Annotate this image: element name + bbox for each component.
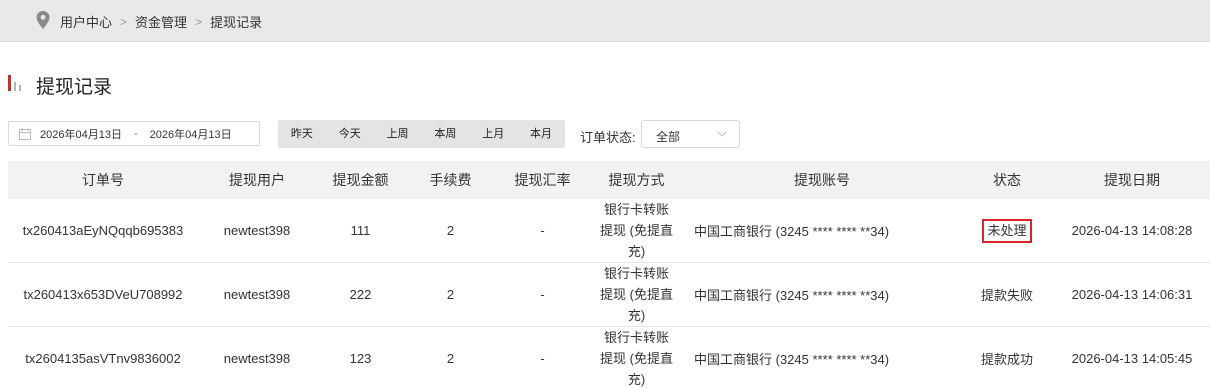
order-no-cell: tx2604135asVTnv9836002	[8, 326, 198, 388]
method-line: 银行卡转账	[603, 266, 669, 281]
rate-cell: -	[496, 262, 589, 327]
account-cell: 中国工商银行 (3245 **** **** **34)	[684, 326, 960, 388]
status-cell: 提款成功	[960, 326, 1054, 388]
date-to-value[interactable]: 2026年04月13日	[150, 126, 232, 142]
fee-cell: 2	[405, 262, 496, 327]
user-cell: newtest398	[198, 262, 316, 327]
column-header-fee: 手续费	[405, 161, 496, 199]
date-cell: 2026-04-13 14:06:31	[1054, 262, 1210, 327]
table-row: tx260413x653DVeU708992 newtest398 222 2 …	[8, 262, 1210, 327]
fee-cell: 2	[405, 326, 496, 388]
breadcrumb: 用户中心 > 资金管理 > 提现记录	[60, 12, 262, 31]
quick-range-last-month-button[interactable]: 上月	[469, 120, 517, 148]
method-cell: 银行卡转账 提现 (免提直 充)	[589, 199, 684, 263]
status-cell: 未处理	[960, 199, 1054, 263]
rate-cell: -	[496, 326, 589, 388]
user-cell: newtest398	[198, 199, 316, 263]
breadcrumb-separator: >	[195, 14, 203, 29]
quick-range-last-week-button[interactable]: 上周	[374, 120, 422, 148]
method-line: 充)	[627, 244, 646, 259]
breadcrumb-item-funds[interactable]: 资金管理	[135, 12, 187, 31]
chevron-down-icon	[717, 131, 727, 137]
column-header-method: 提现方式	[589, 161, 684, 199]
column-header-account: 提现账号	[684, 161, 960, 199]
breadcrumb-item-withdraw-records: 提现记录	[210, 15, 263, 30]
calendar-icon	[19, 127, 31, 140]
amount-cell: 222	[316, 262, 405, 327]
order-status-label: 订单状态:	[580, 130, 636, 145]
status-badge-highlighted: 未处理	[982, 218, 1032, 243]
order-status-value: 全部	[656, 130, 681, 144]
column-header-status: 状态	[960, 161, 1054, 199]
method-line: 银行卡转账	[603, 202, 669, 217]
column-header-rate: 提现汇率	[496, 161, 589, 199]
column-header-amount: 提现金额	[316, 161, 405, 199]
date-cell: 2026-04-13 14:08:28	[1054, 199, 1210, 263]
quick-range-this-week-button[interactable]: 本周	[421, 120, 469, 148]
date-from-value[interactable]: 2026年04月13日	[40, 126, 122, 142]
amount-cell: 111	[316, 199, 405, 263]
method-line: 充)	[627, 308, 646, 323]
method-cell: 银行卡转账 提现 (免提直 充)	[589, 262, 684, 327]
method-line: 提现 (免提直	[600, 351, 673, 366]
location-pin-icon	[36, 11, 50, 29]
withdraw-records-table: 订单号 提现用户 提现金额 手续费 提现汇率 提现方式 提现账号 状态 提现日期…	[8, 161, 1210, 388]
top-bar: 用户中心 > 资金管理 > 提现记录	[0, 0, 1210, 42]
account-cell: 中国工商银行 (3245 **** **** **34)	[684, 262, 960, 327]
quick-range-yesterday-button[interactable]: 昨天	[278, 120, 326, 148]
method-line: 充)	[627, 372, 646, 387]
table-header-row: 订单号 提现用户 提现金额 手续费 提现汇率 提现方式 提现账号 状态 提现日期	[8, 161, 1210, 199]
method-line: 银行卡转账	[603, 330, 669, 345]
bar-chart-icon	[8, 75, 21, 91]
column-header-user: 提现用户	[198, 161, 316, 199]
method-line: 提现 (免提直	[600, 223, 673, 238]
date-separator: -	[133, 127, 138, 140]
quick-range-today-button[interactable]: 今天	[326, 120, 374, 148]
method-cell: 银行卡转账 提现 (免提直 充)	[589, 326, 684, 388]
order-no-cell: tx260413x653DVeU708992	[8, 262, 198, 327]
breadcrumb-item-user-center[interactable]: 用户中心	[60, 12, 112, 31]
table-row: tx2604135asVTnv9836002 newtest398 123 2 …	[8, 326, 1210, 388]
method-line: 提现 (免提直	[600, 287, 673, 302]
amount-cell: 123	[316, 326, 405, 388]
rate-cell: -	[496, 199, 589, 263]
fee-cell: 2	[405, 199, 496, 263]
account-cell: 中国工商银行 (3245 **** **** **34)	[684, 199, 960, 263]
date-cell: 2026-04-13 14:05:45	[1054, 326, 1210, 388]
order-status-select[interactable]: 全部	[641, 120, 740, 148]
quick-range-group: 昨天 今天 上周 本周 上月 本月	[278, 120, 565, 148]
date-range-picker[interactable]: 2026年04月13日 - 2026年04月13日	[8, 121, 260, 146]
column-header-order-no: 订单号	[8, 161, 198, 199]
page-title: 提现记录	[36, 77, 113, 98]
status-cell: 提款失败	[960, 262, 1054, 327]
order-no-cell: tx260413aEyNQqqb695383	[8, 199, 198, 263]
column-header-date: 提现日期	[1054, 161, 1210, 199]
breadcrumb-separator: >	[120, 14, 128, 29]
user-cell: newtest398	[198, 326, 316, 388]
quick-range-this-month-button[interactable]: 本月	[517, 120, 565, 148]
table-row: tx260413aEyNQqqb695383 newtest398 111 2 …	[8, 199, 1210, 263]
